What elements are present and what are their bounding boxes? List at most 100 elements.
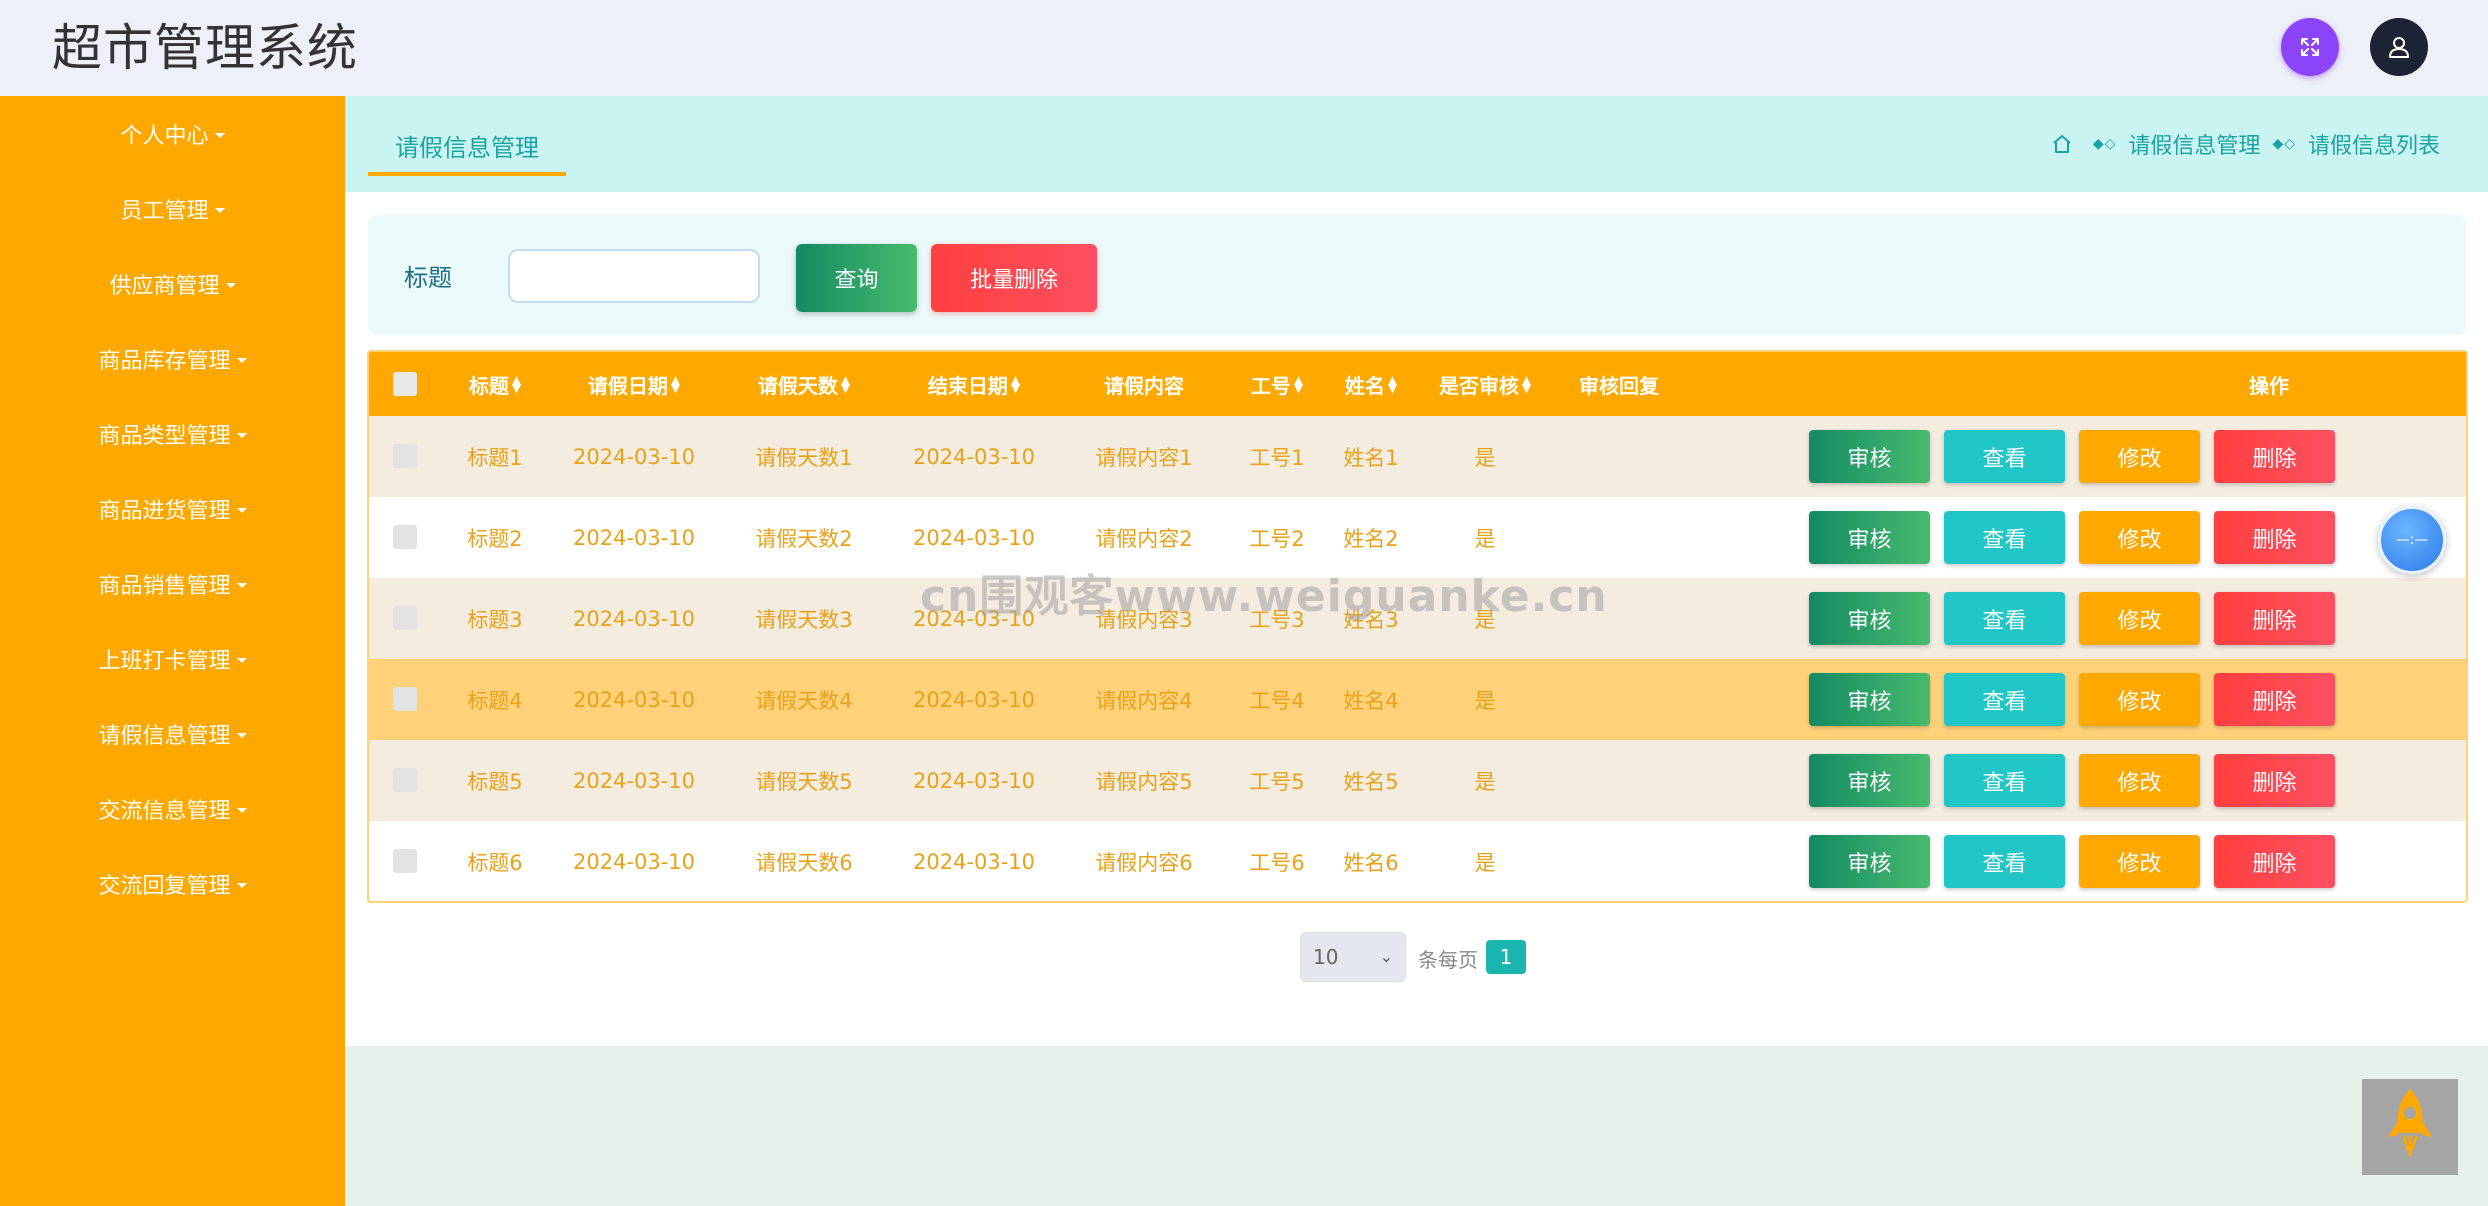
- cell-leave-days: 请假天数4: [755, 688, 853, 713]
- view-button[interactable]: 查看: [1944, 592, 2065, 645]
- delete-button[interactable]: 删除: [2214, 754, 2335, 807]
- cell-leave-date: 2024-03-10: [572, 687, 696, 712]
- cell-title: 标题6: [467, 850, 523, 875]
- audit-button[interactable]: 审核: [1809, 511, 1930, 564]
- row-checkbox[interactable]: [393, 849, 417, 873]
- sidebar-item-replies[interactable]: 交流回复管理: [0, 859, 345, 909]
- user-icon: [2389, 37, 2409, 58]
- cell-leave-days: 请假天数1: [755, 445, 853, 470]
- batch-delete-button[interactable]: 批量删除: [931, 244, 1097, 312]
- cell-name: 姓名4: [1343, 688, 1399, 713]
- sidebar: 个人中心 员工管理 供应商管理 商品库存管理 商品类型管理 商品进货管理 商品销…: [0, 96, 345, 1206]
- caret-down-icon: [236, 582, 247, 588]
- sidebar-item-sales[interactable]: 商品销售管理: [0, 559, 345, 609]
- cell-audited: 是: [1474, 688, 1496, 713]
- sidebar-item-profile[interactable]: 个人中心: [0, 109, 345, 159]
- table-row: 标题2 2024-03-10 请假天数2 2024-03-10 请假内容2 工号2 姓名2 是…: [369, 497, 2466, 578]
- view-button[interactable]: 查看: [1944, 430, 2065, 483]
- cell-content: 请假内容3: [1095, 607, 1193, 632]
- user-avatar-button[interactable]: [2370, 18, 2428, 76]
- column-header-actions: 操作: [2249, 373, 2289, 398]
- column-header-end-date[interactable]: 结束日期 ▲ ▼: [899, 352, 1049, 416]
- edit-button[interactable]: 修改: [2079, 754, 2200, 807]
- fullscreen-button[interactable]: [2281, 18, 2339, 76]
- sidebar-item-attendance[interactable]: 上班打卡管理: [0, 634, 345, 684]
- sort-icon: ▲ ▼: [511, 373, 522, 395]
- data-table: 标题 ▲ ▼ 请假日期 ▲ ▼ 请假天数 ▲ ▼ 结束日期 ▲ ▼ 请假内容 工号 ▲ ▼ 姓名 ▲ ▼…: [367, 350, 2468, 903]
- page-size-select[interactable]: 10 ⌄: [1300, 932, 1406, 982]
- top-header: 超市管理系统: [0, 0, 2488, 96]
- sidebar-item-inventory[interactable]: 商品库存管理: [0, 334, 345, 384]
- back-to-top-button[interactable]: [2362, 1079, 2458, 1175]
- delete-button[interactable]: 删除: [2214, 430, 2335, 483]
- sidebar-item-employees[interactable]: 员工管理: [0, 184, 345, 234]
- audit-button[interactable]: 审核: [1809, 673, 1930, 726]
- row-checkbox[interactable]: [393, 525, 417, 549]
- column-header-name[interactable]: 姓名 ▲ ▼: [1331, 352, 1411, 416]
- cell-title: 标题4: [467, 688, 523, 713]
- column-header-leave-date[interactable]: 请假日期 ▲ ▼: [559, 352, 709, 416]
- row-checkbox[interactable]: [393, 444, 417, 468]
- sidebar-item-messages[interactable]: 交流信息管理: [0, 784, 345, 834]
- sidebar-item-purchasing[interactable]: 商品进货管理: [0, 484, 345, 534]
- sidebar-item-label: 供应商管理: [109, 274, 220, 299]
- cell-job-no: 工号2: [1249, 526, 1305, 551]
- cell-title: 标题5: [467, 769, 523, 794]
- audit-button[interactable]: 审核: [1809, 592, 1930, 645]
- row-checkbox[interactable]: [393, 606, 417, 630]
- cell-audited: 是: [1474, 769, 1496, 794]
- audit-button[interactable]: 审核: [1809, 754, 1930, 807]
- delete-button[interactable]: 删除: [2214, 835, 2335, 888]
- row-checkbox[interactable]: [393, 687, 417, 711]
- cell-end-date: 2024-03-10: [912, 768, 1036, 793]
- view-button[interactable]: 查看: [1944, 835, 2065, 888]
- table-row: 标题4 2024-03-10 请假天数4 2024-03-10 请假内容4 工号4 姓名4 是…: [369, 659, 2466, 740]
- query-button[interactable]: 查询: [796, 244, 917, 312]
- edit-button[interactable]: 修改: [2079, 835, 2200, 888]
- audit-button[interactable]: 审核: [1809, 835, 1930, 888]
- column-header-leave-days[interactable]: 请假天数 ▲ ▼: [729, 352, 879, 416]
- sidebar-item-label: 商品类型管理: [98, 424, 231, 449]
- row-checkbox[interactable]: [393, 768, 417, 792]
- breadcrumb-item[interactable]: 请假信息管理: [2128, 128, 2260, 160]
- view-button[interactable]: 查看: [1944, 511, 2065, 564]
- delete-button[interactable]: 删除: [2214, 673, 2335, 726]
- cell-title: 标题3: [467, 607, 523, 632]
- select-all-checkbox[interactable]: [393, 372, 417, 396]
- view-button[interactable]: 查看: [1944, 754, 2065, 807]
- cell-name: 姓名3: [1343, 607, 1399, 632]
- edit-button[interactable]: 修改: [2079, 673, 2200, 726]
- column-header-title[interactable]: 标题 ▲ ▼: [449, 352, 541, 416]
- search-title-label: 标题: [404, 264, 452, 292]
- column-header-job-no[interactable]: 工号 ▲ ▼: [1237, 352, 1317, 416]
- column-header-audited[interactable]: 是否审核 ▲ ▼: [1425, 352, 1545, 416]
- floating-clock-widget[interactable]: —:—: [2378, 506, 2446, 574]
- caret-down-icon: [236, 807, 247, 813]
- caret-down-icon: [236, 657, 247, 663]
- home-icon[interactable]: [2051, 133, 2073, 155]
- table-row: 标题5 2024-03-10 请假天数5 2024-03-10 请假内容5 工号5 姓名5 是…: [369, 740, 2466, 821]
- sidebar-item-label: 上班打卡管理: [98, 649, 231, 674]
- sidebar-item-label: 商品进货管理: [98, 499, 231, 524]
- cell-name: 姓名6: [1343, 850, 1399, 875]
- sidebar-item-suppliers[interactable]: 供应商管理: [0, 259, 345, 309]
- sidebar-item-product-types[interactable]: 商品类型管理: [0, 409, 345, 459]
- sort-icon: ▲ ▼: [1010, 373, 1021, 395]
- breadcrumb-item: 请假信息列表: [2307, 134, 2440, 159]
- cell-job-no: 工号6: [1249, 850, 1305, 875]
- sidebar-item-leave[interactable]: 请假信息管理: [0, 709, 345, 759]
- search-title-input[interactable]: [508, 249, 760, 303]
- view-button[interactable]: 查看: [1944, 673, 2065, 726]
- edit-button[interactable]: 修改: [2079, 511, 2200, 564]
- tab-leave-management[interactable]: 请假信息管理: [368, 118, 566, 176]
- delete-button[interactable]: 删除: [2214, 592, 2335, 645]
- page-number-button[interactable]: 1: [1486, 940, 1526, 974]
- edit-button[interactable]: 修改: [2079, 430, 2200, 483]
- cell-leave-date: 2024-03-10: [572, 849, 696, 874]
- cell-job-no: 工号5: [1249, 769, 1305, 794]
- delete-button[interactable]: 删除: [2214, 511, 2335, 564]
- audit-button[interactable]: 审核: [1809, 430, 1930, 483]
- edit-button[interactable]: 修改: [2079, 592, 2200, 645]
- cell-leave-date: 2024-03-10: [572, 606, 696, 631]
- caret-down-icon: [236, 882, 247, 888]
